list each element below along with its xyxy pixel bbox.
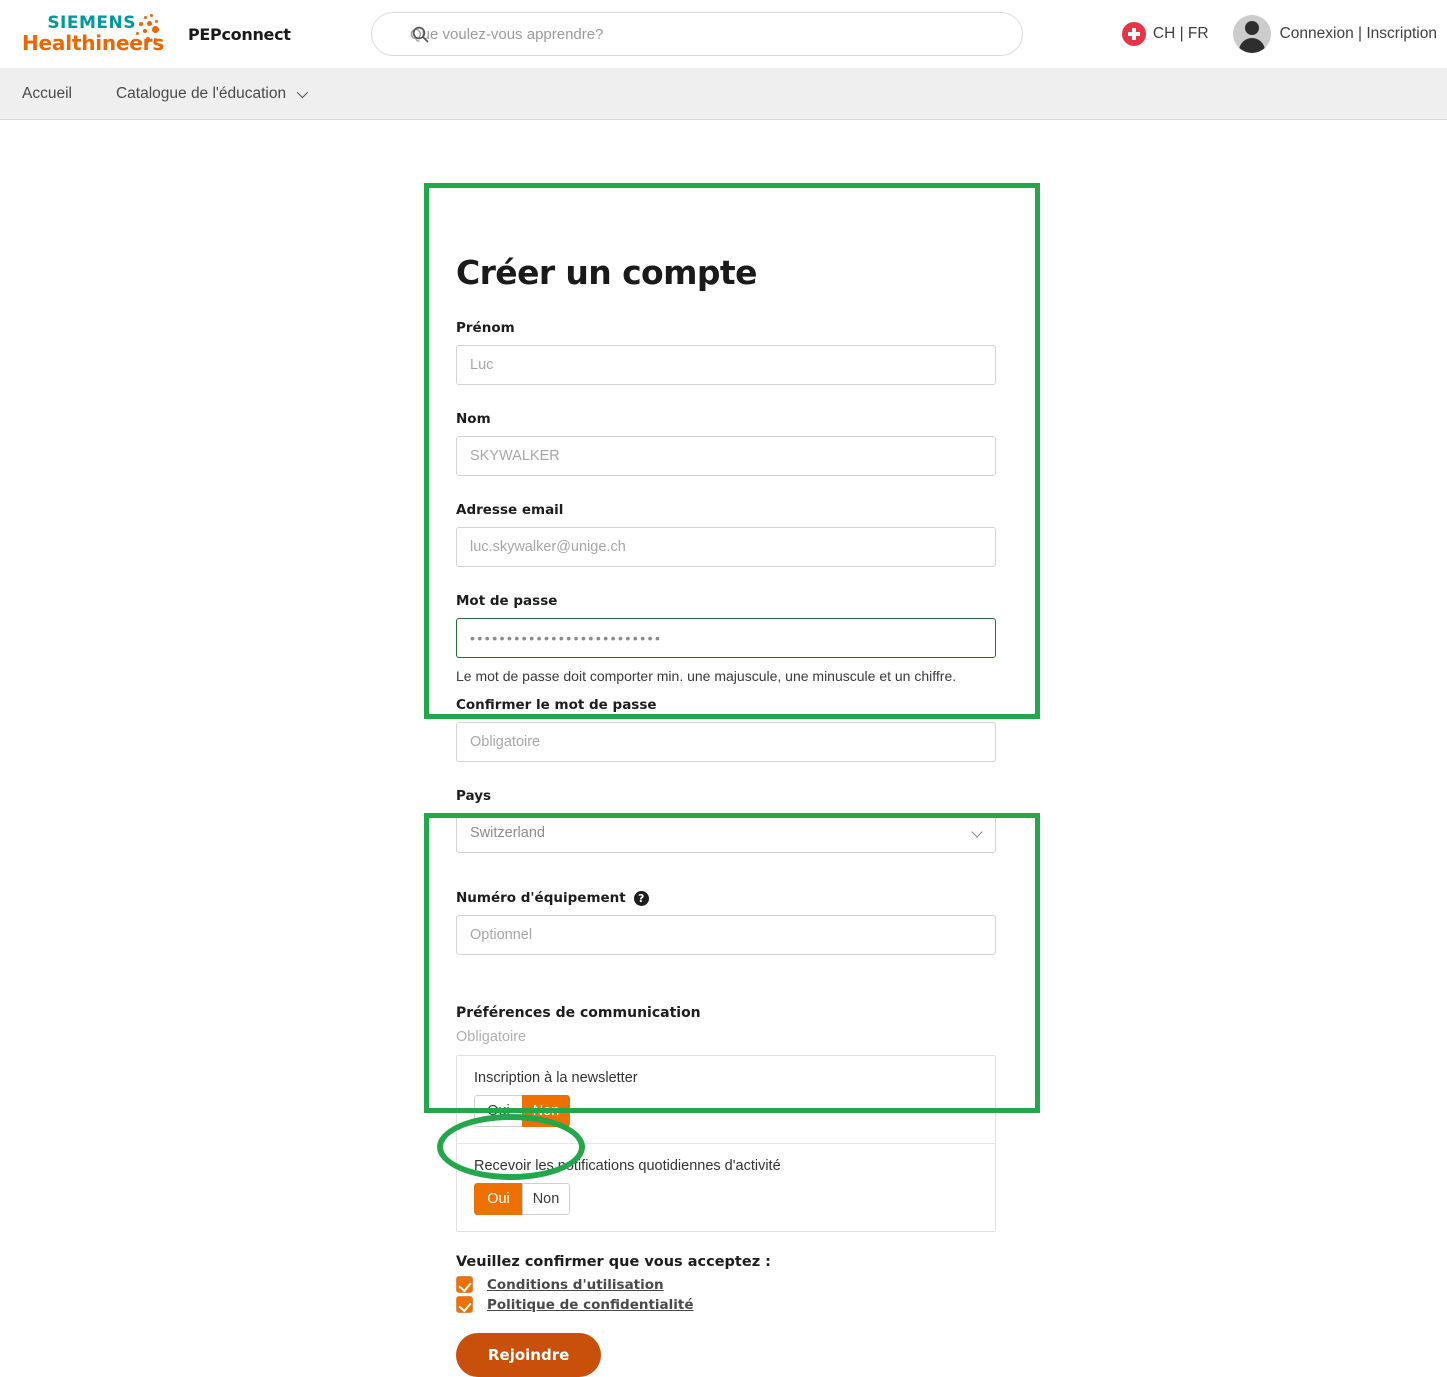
search-icon bbox=[412, 26, 429, 43]
field-confirm-password: Confirmer le mot de passe bbox=[456, 697, 996, 762]
email-input[interactable] bbox=[456, 527, 996, 567]
search-bar[interactable] bbox=[371, 12, 1023, 56]
password-label: Mot de passe bbox=[456, 593, 558, 609]
privacy-checkbox[interactable] bbox=[456, 1296, 473, 1313]
confirm-password-label: Confirmer le mot de passe bbox=[456, 697, 657, 713]
field-password: Mot de passe •••••••••••••••••••••••••• … bbox=[456, 593, 996, 685]
app-name[interactable]: PEPconnect bbox=[188, 25, 291, 44]
terms-link[interactable]: Conditions d'utilisation bbox=[487, 1277, 664, 1293]
email-label: Adresse email bbox=[456, 502, 564, 518]
newsletter-no-button[interactable]: Non bbox=[522, 1095, 570, 1127]
country-label: Pays bbox=[456, 788, 492, 804]
nav-item-catalogue[interactable]: Catalogue de l'éducation bbox=[115, 84, 309, 103]
primary-navigation: Accueil Catalogue de l'éducation bbox=[0, 68, 1447, 120]
field-last-name: Nom bbox=[456, 411, 996, 476]
logo-dot-pattern-icon bbox=[132, 14, 162, 48]
nav-item-accueil[interactable]: Accueil bbox=[22, 85, 72, 103]
field-equipment-number: Numéro d'équipement ? bbox=[456, 890, 996, 955]
preferences-box: Inscription à la newsletter Oui Non Rece… bbox=[456, 1055, 996, 1232]
preference-row-daily-notifications: Recevoir les notifications quotidiennes … bbox=[457, 1143, 995, 1231]
preference-label: Recevoir les notifications quotidiennes … bbox=[474, 1158, 781, 1174]
siemens-healthineers-logo[interactable]: SIEMENS Healthineers bbox=[22, 10, 164, 58]
consent-title: Veuillez confirmer que vous acceptez : bbox=[456, 1254, 771, 1270]
locale-label: CH | FR bbox=[1152, 25, 1209, 42]
locale-selector[interactable]: CH | FR bbox=[1121, 22, 1209, 46]
account-label: Connexion | Inscription bbox=[1279, 25, 1437, 42]
nav-item-label: Accueil bbox=[22, 84, 72, 102]
newsletter-toggle[interactable]: Oui Non bbox=[474, 1095, 570, 1127]
first-name-label: Prénom bbox=[456, 320, 515, 336]
site-header: SIEMENS Healthineers PEPconnect CH | FR bbox=[0, 0, 1447, 68]
consent-row-terms: Conditions d'utilisation bbox=[456, 1276, 996, 1293]
password-hint: Le mot de passe doit comporter min. une … bbox=[456, 668, 957, 684]
question-mark-icon[interactable]: ? bbox=[633, 890, 649, 906]
daily-notifications-toggle[interactable]: Oui Non bbox=[474, 1183, 570, 1215]
confirm-password-input[interactable] bbox=[456, 722, 996, 762]
consent-section: Veuillez confirmer que vous acceptez : C… bbox=[456, 1254, 996, 1313]
create-account-form: Créer un compte Prénom Nom Adresse email… bbox=[456, 254, 996, 1377]
last-name-input[interactable] bbox=[456, 436, 996, 476]
field-first-name: Prénom bbox=[456, 320, 996, 385]
field-country: Pays Switzerland bbox=[456, 788, 996, 853]
privacy-link[interactable]: Politique de confidentialité bbox=[487, 1297, 694, 1313]
equipment-number-label: Numéro d'équipement ? bbox=[456, 890, 996, 906]
preferences-required-note: Obligatoire bbox=[456, 1029, 527, 1045]
join-button[interactable]: Rejoindre bbox=[456, 1333, 602, 1377]
daily-notifications-yes-button[interactable]: Oui bbox=[474, 1183, 522, 1215]
equipment-number-input[interactable] bbox=[456, 915, 996, 955]
consent-row-privacy: Politique de confidentialité bbox=[456, 1296, 996, 1313]
terms-checkbox[interactable] bbox=[456, 1276, 473, 1293]
daily-notifications-no-button[interactable]: Non bbox=[522, 1183, 570, 1215]
preference-row-newsletter: Inscription à la newsletter Oui Non bbox=[457, 1056, 995, 1143]
account-menu[interactable]: Connexion | Inscription bbox=[1232, 15, 1437, 53]
equipment-number-label-text: Numéro d'équipement bbox=[456, 890, 626, 906]
search-input[interactable] bbox=[408, 24, 968, 44]
page-title: Créer un compte bbox=[456, 253, 758, 292]
user-avatar-icon bbox=[1232, 15, 1271, 53]
communication-preferences-section: Préférences de communication Obligatoire… bbox=[456, 1005, 996, 1232]
first-name-input[interactable] bbox=[456, 345, 996, 385]
chevron-down-icon bbox=[296, 86, 309, 98]
field-email: Adresse email bbox=[456, 502, 996, 567]
newsletter-yes-button[interactable]: Oui bbox=[474, 1095, 522, 1127]
header-right-cluster: CH | FR Connexion | Inscription bbox=[1121, 10, 1437, 58]
swiss-flag-icon bbox=[1121, 22, 1146, 46]
preferences-title: Préférences de communication bbox=[456, 1005, 701, 1021]
country-select[interactable]: Switzerland bbox=[456, 813, 996, 853]
preference-label: Inscription à la newsletter bbox=[474, 1070, 638, 1086]
last-name-label: Nom bbox=[456, 411, 491, 427]
password-masked-value: •••••••••••••••••••••••••• bbox=[470, 630, 663, 646]
password-input[interactable]: •••••••••••••••••••••••••• bbox=[456, 618, 996, 658]
nav-item-label: Catalogue de l'éducation bbox=[115, 84, 287, 102]
